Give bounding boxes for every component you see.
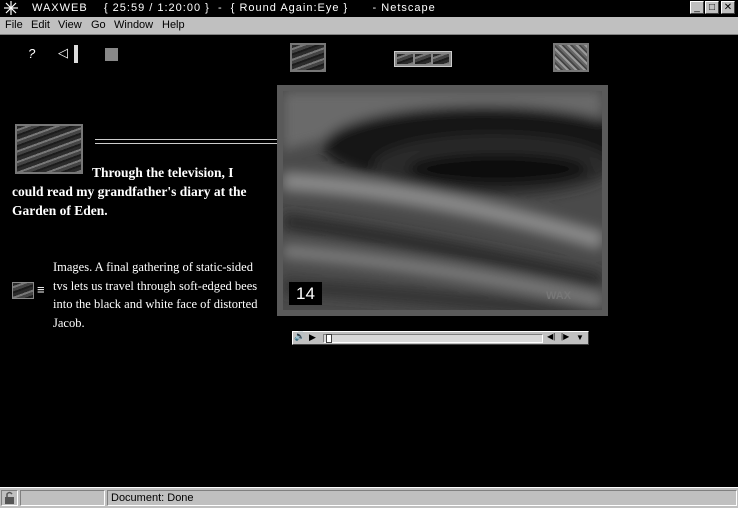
lock-icon [5, 491, 14, 504]
video-still [283, 91, 602, 310]
video-image: 14 WAX [283, 91, 602, 310]
connector-line [95, 139, 289, 144]
menu-go[interactable]: Go [91, 17, 106, 34]
app-name: WAXWEB [32, 2, 88, 14]
movie-controller: 🔊 ▶ ◀| |▶ ▼ [292, 331, 589, 345]
menu-help[interactable]: Help [162, 17, 185, 34]
minimize-icon: _ [694, 2, 700, 13]
minimize-button[interactable]: _ [690, 1, 704, 14]
menu-bar: File Edit View Go Window Help [0, 17, 738, 35]
step-back-button[interactable]: ◀| [547, 332, 555, 341]
status-bar: Document: Done [0, 487, 738, 508]
controller-menu-button[interactable]: ▼ [576, 333, 584, 342]
filmstrip-frame [415, 54, 431, 64]
menu-file[interactable]: File [5, 17, 23, 34]
browser-name: - Netscape [372, 2, 436, 14]
filmstrip-frame [433, 54, 449, 64]
filmstrip-button[interactable] [394, 51, 452, 67]
close-icon: ✕ [723, 2, 733, 13]
close-button[interactable]: ✕ [721, 1, 735, 14]
volume-button[interactable]: 🔊 [294, 331, 305, 342]
wax-watermark: WAX [546, 290, 572, 302]
timecode: { 25:59 / 1:20:00 } [103, 2, 210, 14]
progress-thumb[interactable] [326, 334, 332, 343]
progress-indicator [20, 490, 105, 506]
back-icon[interactable]: ◁ [58, 45, 68, 61]
pause-icon[interactable] [74, 45, 78, 63]
progress-track[interactable] [323, 334, 543, 343]
menu-view[interactable]: View [58, 17, 82, 34]
menu-window[interactable]: Window [114, 17, 153, 34]
maximize-button[interactable]: □ [705, 1, 719, 14]
caption-text: Through the television, I could read my … [12, 165, 247, 218]
play-button[interactable]: ▶ [309, 332, 316, 343]
maximize-icon: □ [708, 2, 716, 13]
help-icon[interactable]: ? [28, 46, 35, 61]
menu-edit[interactable]: Edit [31, 17, 50, 34]
thumbnail-video-button[interactable] [290, 43, 326, 72]
title-separator: - [217, 2, 223, 14]
security-indicator[interactable] [1, 490, 18, 506]
thumbnail-texture-button[interactable] [553, 43, 589, 72]
window-title: WAXWEB { 25:59 / 1:20:00 } - { Round Aga… [32, 0, 436, 17]
video-frame[interactable]: 14 WAX [277, 85, 608, 316]
status-text: Document: Done [107, 490, 737, 506]
title-bar: WAXWEB { 25:59 / 1:20:00 } - { Round Aga… [0, 0, 738, 17]
list-icon[interactable]: ≡ [37, 282, 45, 297]
images-thumbnail[interactable] [12, 282, 34, 299]
page-title: { Round Again:Eye } [230, 2, 349, 14]
stop-icon[interactable] [105, 48, 118, 61]
step-forward-button[interactable]: |▶ [561, 332, 569, 341]
filmstrip-frame [397, 54, 413, 64]
images-note: Images. A final gathering of static-side… [53, 260, 258, 330]
frame-number: 14 [289, 282, 322, 305]
netscape-logo-icon [4, 1, 18, 15]
